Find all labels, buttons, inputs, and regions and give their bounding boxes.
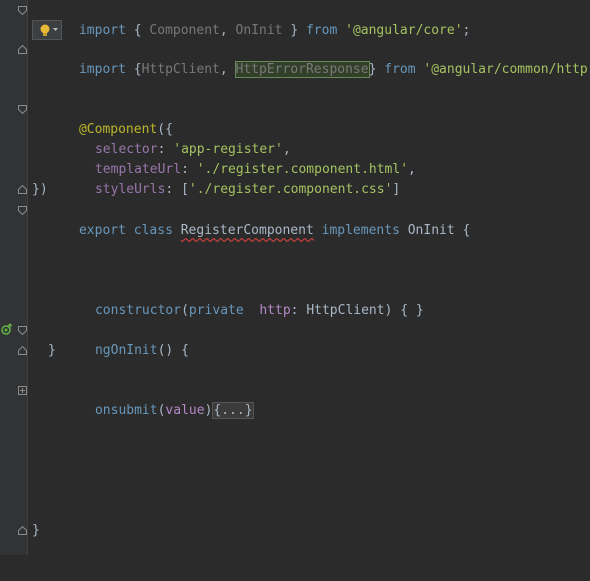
keyword-import: import [78,23,126,38]
import-symbol: HttpClient [141,62,220,77]
expand-fold-icon[interactable] [18,386,27,395]
lightbulb-icon [40,24,58,36]
keyword-implements: implements [313,223,408,238]
code-line[interactable]: constructor(private http: HttpClient) { … [0,281,424,318]
code-editor[interactable]: import { Component, OnInit } from '@angu… [0,0,590,555]
fold-marker-icon[interactable] [18,526,27,535]
fold-marker-icon[interactable] [18,6,27,15]
code-line[interactable]: templateUrl: './register.component.html'… [0,140,416,177]
parameter-name: value [165,403,205,418]
module-string: '@angular/core' [337,23,463,38]
type-name: HttpClient [306,303,385,318]
keyword-import: import [78,62,126,77]
keyword-from: from [384,62,416,77]
fold-marker-icon[interactable] [18,346,27,355]
keyword-export: export [78,223,126,238]
property-key: styleUrls [94,182,166,197]
class-name[interactable]: RegisterComponent [181,223,314,238]
gutter-separator [27,0,28,555]
import-symbol: Component [149,23,220,38]
implements-gutter-icon[interactable] [1,323,13,335]
collapsed-code-block[interactable]: {...} [212,402,254,419]
parameter-name: http [259,303,291,318]
fold-marker-icon[interactable] [18,45,27,54]
keyword-class: class [125,223,181,238]
method-name: onsubmit [94,403,158,418]
module-string: '@angular/common/http' [415,62,590,77]
code-line[interactable]: selector: 'app-register', [0,120,291,157]
keyword-from: from [305,23,338,38]
import-symbol: OnInit [235,23,283,38]
fold-marker-icon[interactable] [18,206,27,215]
intention-actions-button[interactable] [32,20,62,40]
string-value: './register.component.css' [188,182,393,197]
fold-marker-icon[interactable] [18,105,27,114]
method-name: ngOnInit [94,343,158,358]
keyword-private: private [188,303,244,318]
fold-marker-icon[interactable] [18,185,27,194]
interface-name: OnInit [407,223,455,238]
fold-marker-icon[interactable] [18,326,27,335]
keyword-constructor: constructor [94,303,182,318]
unused-import-highlight[interactable]: HttpErrorResponse [234,61,370,78]
code-line[interactable]: styleUrls: ['./register.component.css'] [0,160,400,197]
